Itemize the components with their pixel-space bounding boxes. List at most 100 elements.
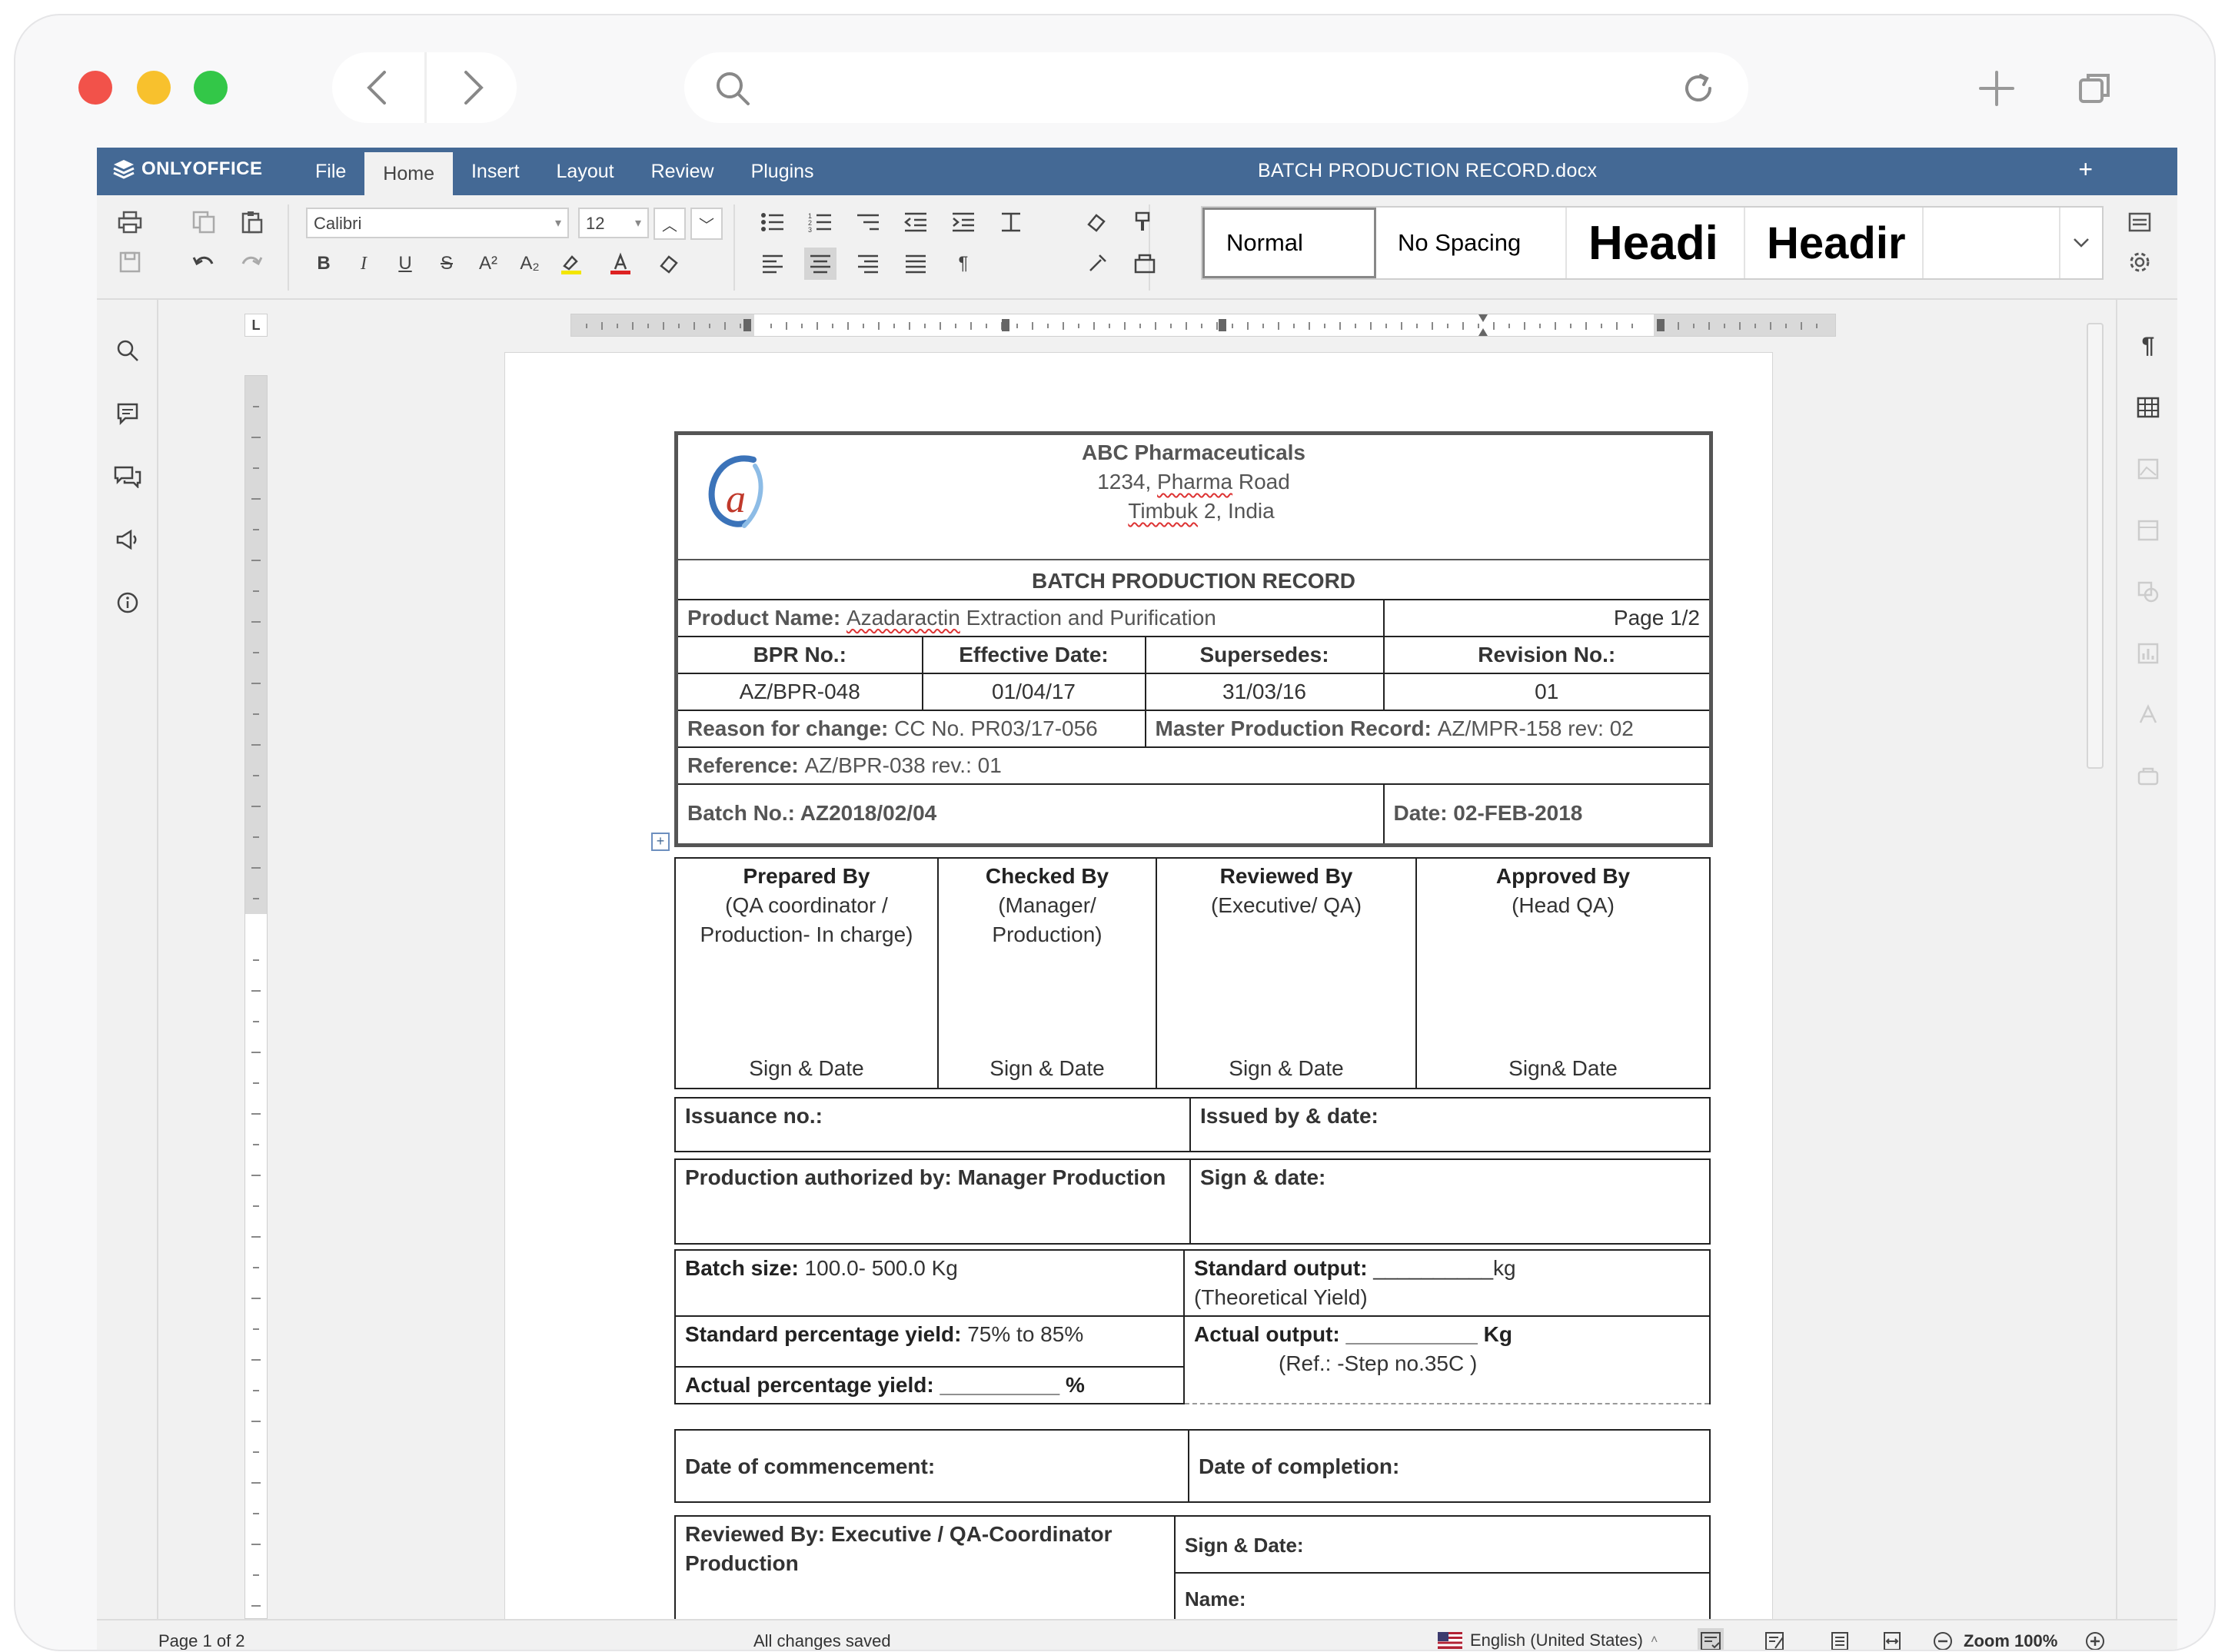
tab-home[interactable]: Home (364, 152, 453, 195)
actual-output-cell[interactable]: Actual output: ___________ Kg (Ref.: -Ste… (1183, 1315, 1711, 1404)
change-color-scheme-button[interactable] (1081, 248, 1113, 280)
paste-button[interactable] (235, 206, 268, 238)
align-left-button[interactable] (757, 248, 789, 280)
strikethrough-button[interactable]: S (431, 248, 463, 280)
table-settings-button[interactable] (2133, 392, 2163, 423)
undo-button[interactable] (188, 246, 220, 278)
superscript-button[interactable]: A² (472, 248, 504, 280)
underline-button[interactable]: U (389, 248, 421, 280)
font-size-select[interactable]: 12 ▾ (578, 208, 649, 238)
text-art-settings-button[interactable] (2133, 700, 2163, 730)
highlight-button[interactable] (555, 248, 587, 280)
chat-button[interactable] (112, 461, 143, 492)
header-footer-settings-button[interactable] (2133, 515, 2163, 546)
nonprinting-chars-button[interactable]: ¶ (947, 248, 979, 280)
tab-layout[interactable]: Layout (538, 148, 633, 195)
chart-settings-button[interactable] (2133, 638, 2163, 669)
tab-insert[interactable]: Insert (453, 148, 538, 195)
redo-button[interactable] (235, 246, 268, 278)
feedback-button[interactable] (112, 524, 143, 555)
save-button[interactable] (114, 246, 146, 278)
zoom-level[interactable]: Zoom 100% (1964, 1631, 2057, 1650)
forward-button[interactable] (424, 52, 517, 123)
add-document-button[interactable]: + (2078, 155, 2093, 184)
production-authorized-label[interactable]: Production authorized by: Manager Produc… (674, 1158, 1191, 1245)
signatory-cell[interactable]: Reviewed By (Executive/ QA) Sign & Date (1156, 857, 1417, 1089)
signatory-cell[interactable]: Approved By (Head QA) Sign& Date (1415, 857, 1711, 1089)
vertical-scrollbar[interactable] (2084, 300, 2107, 1619)
signatory-cell[interactable]: Checked By (Manager/ Production) Sign & … (937, 857, 1157, 1089)
scrollbar-thumb[interactable] (2087, 323, 2104, 769)
reviewed-by-label[interactable]: Reviewed By: Executive / QA-Coordinator … (674, 1515, 1176, 1619)
multilevel-list-button[interactable] (852, 206, 884, 238)
style-no-spacing[interactable]: No Spacing (1376, 208, 1567, 278)
view-settings-button[interactable] (2124, 206, 2156, 238)
signature-settings-button[interactable] (2133, 761, 2163, 792)
actual-yield-cell[interactable]: Actual percentage yield: __________ % (674, 1366, 1185, 1404)
batch-size-cell[interactable]: Batch size: 100.0- 500.0 Kg (674, 1249, 1185, 1317)
increase-indent-button[interactable] (947, 206, 979, 238)
style-normal[interactable]: Normal (1202, 208, 1376, 278)
page-count[interactable]: Page 1 of 2 (158, 1631, 245, 1650)
subscript-button[interactable]: A₂ (514, 248, 546, 280)
close-window-button[interactable] (78, 71, 112, 105)
comments-button[interactable] (112, 398, 143, 429)
completion-label[interactable]: Date of completion: (1188, 1429, 1711, 1503)
commencement-label[interactable]: Date of commencement: (674, 1429, 1189, 1503)
search-button[interactable] (112, 335, 143, 366)
fit-width-button[interactable] (1879, 1628, 1905, 1650)
shape-settings-button[interactable] (2133, 577, 2163, 607)
numbering-button[interactable]: 123 (804, 206, 836, 238)
paragraph-settings-button[interactable]: ¶ (2133, 331, 2163, 361)
zoom-out-button[interactable] (1930, 1628, 1956, 1650)
clear-style-button[interactable] (654, 248, 686, 280)
issued-by-label[interactable]: Issued by & date: (1189, 1097, 1711, 1152)
reviewed-name[interactable]: Name: (1174, 1572, 1711, 1619)
style-heading-2[interactable]: Headir (1745, 208, 1924, 278)
increase-font-button[interactable]: ︿ (654, 208, 686, 240)
line-spacing-button[interactable] (995, 206, 1027, 238)
tabs-overview-icon[interactable] (2076, 69, 2114, 111)
bold-button[interactable]: B (308, 248, 340, 280)
address-bar[interactable] (684, 52, 1748, 123)
copy-style-button[interactable] (1129, 206, 1161, 238)
new-tab-icon[interactable] (1977, 69, 2016, 111)
table-move-handle[interactable]: + (651, 833, 670, 851)
image-settings-button[interactable] (2133, 454, 2163, 484)
decrease-font-button[interactable]: ﹀ (690, 208, 723, 240)
standard-yield-cell[interactable]: Standard percentage yield: 75% to 85% (674, 1315, 1185, 1368)
align-center-button[interactable] (804, 248, 836, 280)
horizontal-ruler[interactable] (570, 314, 1836, 337)
zoom-in-button[interactable] (2082, 1628, 2108, 1650)
minimize-window-button[interactable] (137, 71, 171, 105)
spell-check-button[interactable] (1698, 1628, 1724, 1650)
tab-stop-selector[interactable]: L (244, 314, 268, 337)
font-color-button[interactable] (604, 248, 637, 280)
signatory-cell[interactable]: Prepared By (QA coordinator / Production… (674, 857, 939, 1089)
copy-button[interactable] (188, 206, 220, 238)
maximize-window-button[interactable] (194, 71, 228, 105)
issuance-label[interactable]: Issuance no.: (674, 1097, 1191, 1152)
mail-merge-button[interactable] (1129, 248, 1161, 280)
justify-button[interactable] (900, 248, 932, 280)
track-changes-button[interactable] (1762, 1628, 1788, 1650)
vertical-ruler[interactable] (244, 375, 268, 1619)
bullets-button[interactable] (757, 206, 789, 238)
print-button[interactable] (114, 206, 146, 238)
about-button[interactable] (112, 587, 143, 618)
tab-plugins[interactable]: Plugins (733, 148, 833, 195)
style-heading-1[interactable]: Headi (1567, 208, 1745, 278)
styles-more-button[interactable] (2059, 208, 2102, 278)
back-button[interactable] (332, 52, 424, 123)
reviewed-sign-date[interactable]: Sign & Date: (1174, 1515, 1711, 1574)
font-name-select[interactable]: Calibri ▾ (306, 208, 569, 238)
align-right-button[interactable] (852, 248, 884, 280)
advanced-settings-button[interactable] (2124, 246, 2156, 278)
italic-button[interactable]: I (348, 248, 380, 280)
tab-review[interactable]: Review (633, 148, 733, 195)
sign-date-field[interactable]: Sign & date: (1189, 1158, 1711, 1245)
reload-icon[interactable] (1679, 69, 1718, 111)
decrease-indent-button[interactable] (900, 206, 932, 238)
document-page[interactable]: a ABC Pharmaceuticals 1234, Pharma Road … (504, 352, 1773, 1619)
tab-file[interactable]: File (297, 148, 364, 195)
